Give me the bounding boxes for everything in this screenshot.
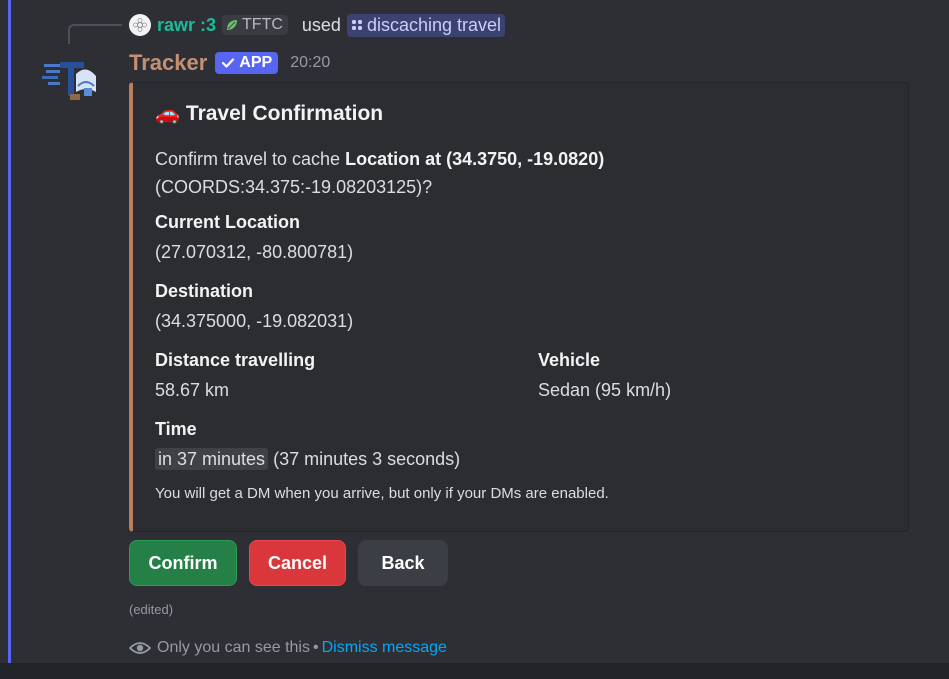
tracker-logo-icon (42, 62, 96, 100)
embed-title: 🚗 Travel Confirmation (155, 101, 383, 126)
command-name: discaching travel (366, 14, 502, 35)
eye-icon (129, 642, 151, 654)
field-value: in 37 minutes (37 minutes 3 seconds) (155, 444, 460, 474)
flower-icon (133, 18, 147, 32)
command-mention[interactable]: discaching travel (346, 13, 506, 37)
field-value: Sedan (95 km/h) (538, 380, 672, 400)
edited-label: (edited) (129, 602, 174, 617)
field-time: Time in 37 minutes (37 minutes 3 seconds… (155, 416, 460, 474)
bottom-divider (0, 663, 949, 679)
author-name[interactable]: Tracker (129, 50, 207, 76)
field-name: Vehicle (538, 350, 601, 370)
separator: • (312, 639, 319, 656)
description-coords: (COORDS:34.375:-19.08203125)? (155, 177, 433, 197)
travel-embed: 🚗 Travel Confirmation Confirm travel to … (129, 82, 909, 532)
ephemeral-notice: Only you can see this • Dismiss message (129, 637, 447, 659)
field-value: (34.375000, -19.082031) (155, 311, 354, 331)
relative-timestamp[interactable]: in 37 minutes (155, 448, 269, 470)
field-name: Destination (155, 281, 254, 301)
description-prefix: Confirm travel to cache (155, 149, 346, 169)
checkmark-icon (222, 58, 235, 68)
used-label: used (301, 14, 341, 35)
guild-tag[interactable]: TFTC (222, 15, 288, 35)
field-current-location: Current Location (27.070312, -80.800781) (155, 209, 353, 267)
app-badge: APP (215, 52, 279, 74)
field-name: Time (155, 419, 197, 439)
field-name: Distance travelling (155, 350, 316, 370)
bot-avatar[interactable] (40, 52, 100, 104)
ephemeral-text: Only you can see this (157, 639, 310, 656)
field-value: 58.67 km (155, 380, 230, 400)
field-value: (27.070312, -80.800781) (155, 242, 354, 262)
message-timestamp[interactable]: 20:20 (290, 54, 330, 72)
message-header: Tracker APP 20:20 (129, 48, 330, 78)
reply-spine (68, 24, 122, 44)
car-icon: 🚗 (155, 103, 180, 125)
reply-reference[interactable]: rawr :3 TFTC used discaching travel (129, 12, 506, 38)
cancel-button[interactable]: Cancel (249, 540, 346, 586)
reply-username[interactable]: rawr :3 (157, 15, 216, 36)
app-badge-label: APP (239, 54, 273, 71)
exact-duration: (37 minutes 3 seconds) (273, 449, 461, 469)
back-button[interactable]: Back (358, 540, 448, 586)
dismiss-message-link[interactable]: Dismiss message (322, 639, 447, 657)
field-name: Current Location (155, 212, 301, 232)
field-distance: Distance travelling 58.67 km (155, 347, 315, 405)
confirm-button[interactable]: Confirm (129, 540, 237, 586)
field-vehicle: Vehicle Sedan (95 km/h) (538, 347, 671, 405)
reply-avatar[interactable] (129, 14, 151, 36)
description-location: Location at (34.3750, -19.0820) (345, 149, 605, 169)
field-destination: Destination (34.375000, -19.082031) (155, 278, 353, 336)
guild-tag-label: TFTC (242, 16, 283, 33)
embed-title-text: Travel Confirmation (185, 101, 384, 125)
leaf-icon (227, 20, 238, 30)
embed-footer: You will get a DM when you arrive, but o… (155, 485, 609, 502)
highlight-bar (8, 0, 11, 663)
command-icon (351, 20, 362, 30)
embed-description: Confirm travel to cache Location at (34.… (155, 145, 855, 201)
